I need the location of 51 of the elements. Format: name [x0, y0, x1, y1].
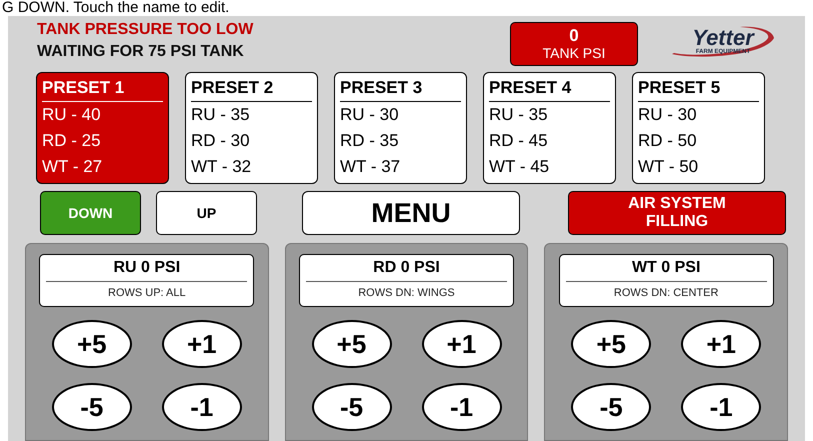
menu-button[interactable]: MENU [302, 191, 520, 235]
adjust-button[interactable]: -5 [52, 383, 132, 431]
preset-value: RD - 35 [340, 130, 400, 152]
preset-value: RU - 30 [638, 104, 698, 126]
preset-value: RU - 35 [191, 104, 251, 126]
status-text: WAITING FOR 75 PSI TANK [37, 43, 245, 61]
adjust-button[interactable]: -5 [312, 383, 392, 431]
hint-text: G DOWN. Touch the name to edit. [1, 0, 230, 16]
zone-rows: ROWS UP: ALL [108, 282, 186, 304]
preset-value: WT - 50 [638, 156, 700, 178]
preset-title: PRESET 2 [191, 77, 312, 102]
zone-reading: RU 0 PSI [46, 255, 248, 282]
preset-card[interactable]: PRESET 2 RU - 35 RD - 30 WT - 32 [185, 72, 318, 184]
air-system-button[interactable]: AIR SYSTEM FILLING [568, 191, 786, 235]
preset-title: PRESET 5 [638, 77, 759, 102]
preset-card[interactable]: PRESET 5 RU - 30 RD - 50 WT - 50 [632, 72, 765, 184]
direction-button[interactable]: DOWN [40, 191, 141, 235]
preset-value: RD - 30 [191, 130, 251, 152]
preset-value: RU - 35 [489, 104, 549, 126]
preset-card[interactable]: PRESET 3 RU - 30 RD - 35 WT - 37 [334, 72, 467, 184]
adjust-button[interactable]: +1 [422, 320, 502, 368]
preset-value: RU - 40 [42, 104, 102, 126]
tank-pressure-display: 0 TANK PSI [510, 22, 638, 66]
zone-rows: ROWS DN: CENTER [614, 282, 718, 304]
adjust-button[interactable]: -1 [162, 383, 242, 431]
preset-card[interactable]: PRESET 4 RU - 35 RD - 45 WT - 45 [483, 72, 616, 184]
preset-title: PRESET 3 [340, 77, 461, 102]
preset-value: RD - 50 [638, 130, 698, 152]
adjust-button[interactable]: -1 [681, 383, 762, 431]
preset-value: WT - 45 [489, 156, 550, 178]
adjust-button[interactable]: -5 [571, 383, 652, 431]
preset-value: WT - 27 [42, 156, 104, 178]
adjust-button[interactable]: +1 [681, 320, 762, 368]
preset-value: RD - 25 [42, 130, 102, 152]
preset-value: WT - 32 [191, 156, 252, 178]
zone-reading: RD 0 PSI [306, 255, 507, 282]
direction-button[interactable]: UP [156, 191, 257, 235]
alert-text: TANK PRESSURE TOO LOW [37, 21, 254, 39]
preset-card[interactable]: PRESET 1 RU - 40 RD - 25 WT - 27 [36, 72, 169, 184]
adjust-button[interactable]: +1 [162, 320, 242, 368]
adjust-button[interactable]: +5 [571, 320, 652, 368]
adjust-button[interactable]: +5 [52, 320, 132, 368]
preset-value: RU - 30 [340, 104, 400, 126]
zone-reading: WT 0 PSI [566, 255, 767, 282]
preset-value: RD - 45 [489, 130, 549, 152]
preset-title: PRESET 1 [42, 77, 163, 102]
zone-rows: ROWS DN: WINGS [358, 282, 455, 304]
preset-value: WT - 37 [340, 156, 402, 178]
adjust-button[interactable]: +5 [312, 320, 392, 368]
preset-title: PRESET 4 [489, 77, 610, 102]
adjust-button[interactable]: -1 [422, 383, 502, 431]
